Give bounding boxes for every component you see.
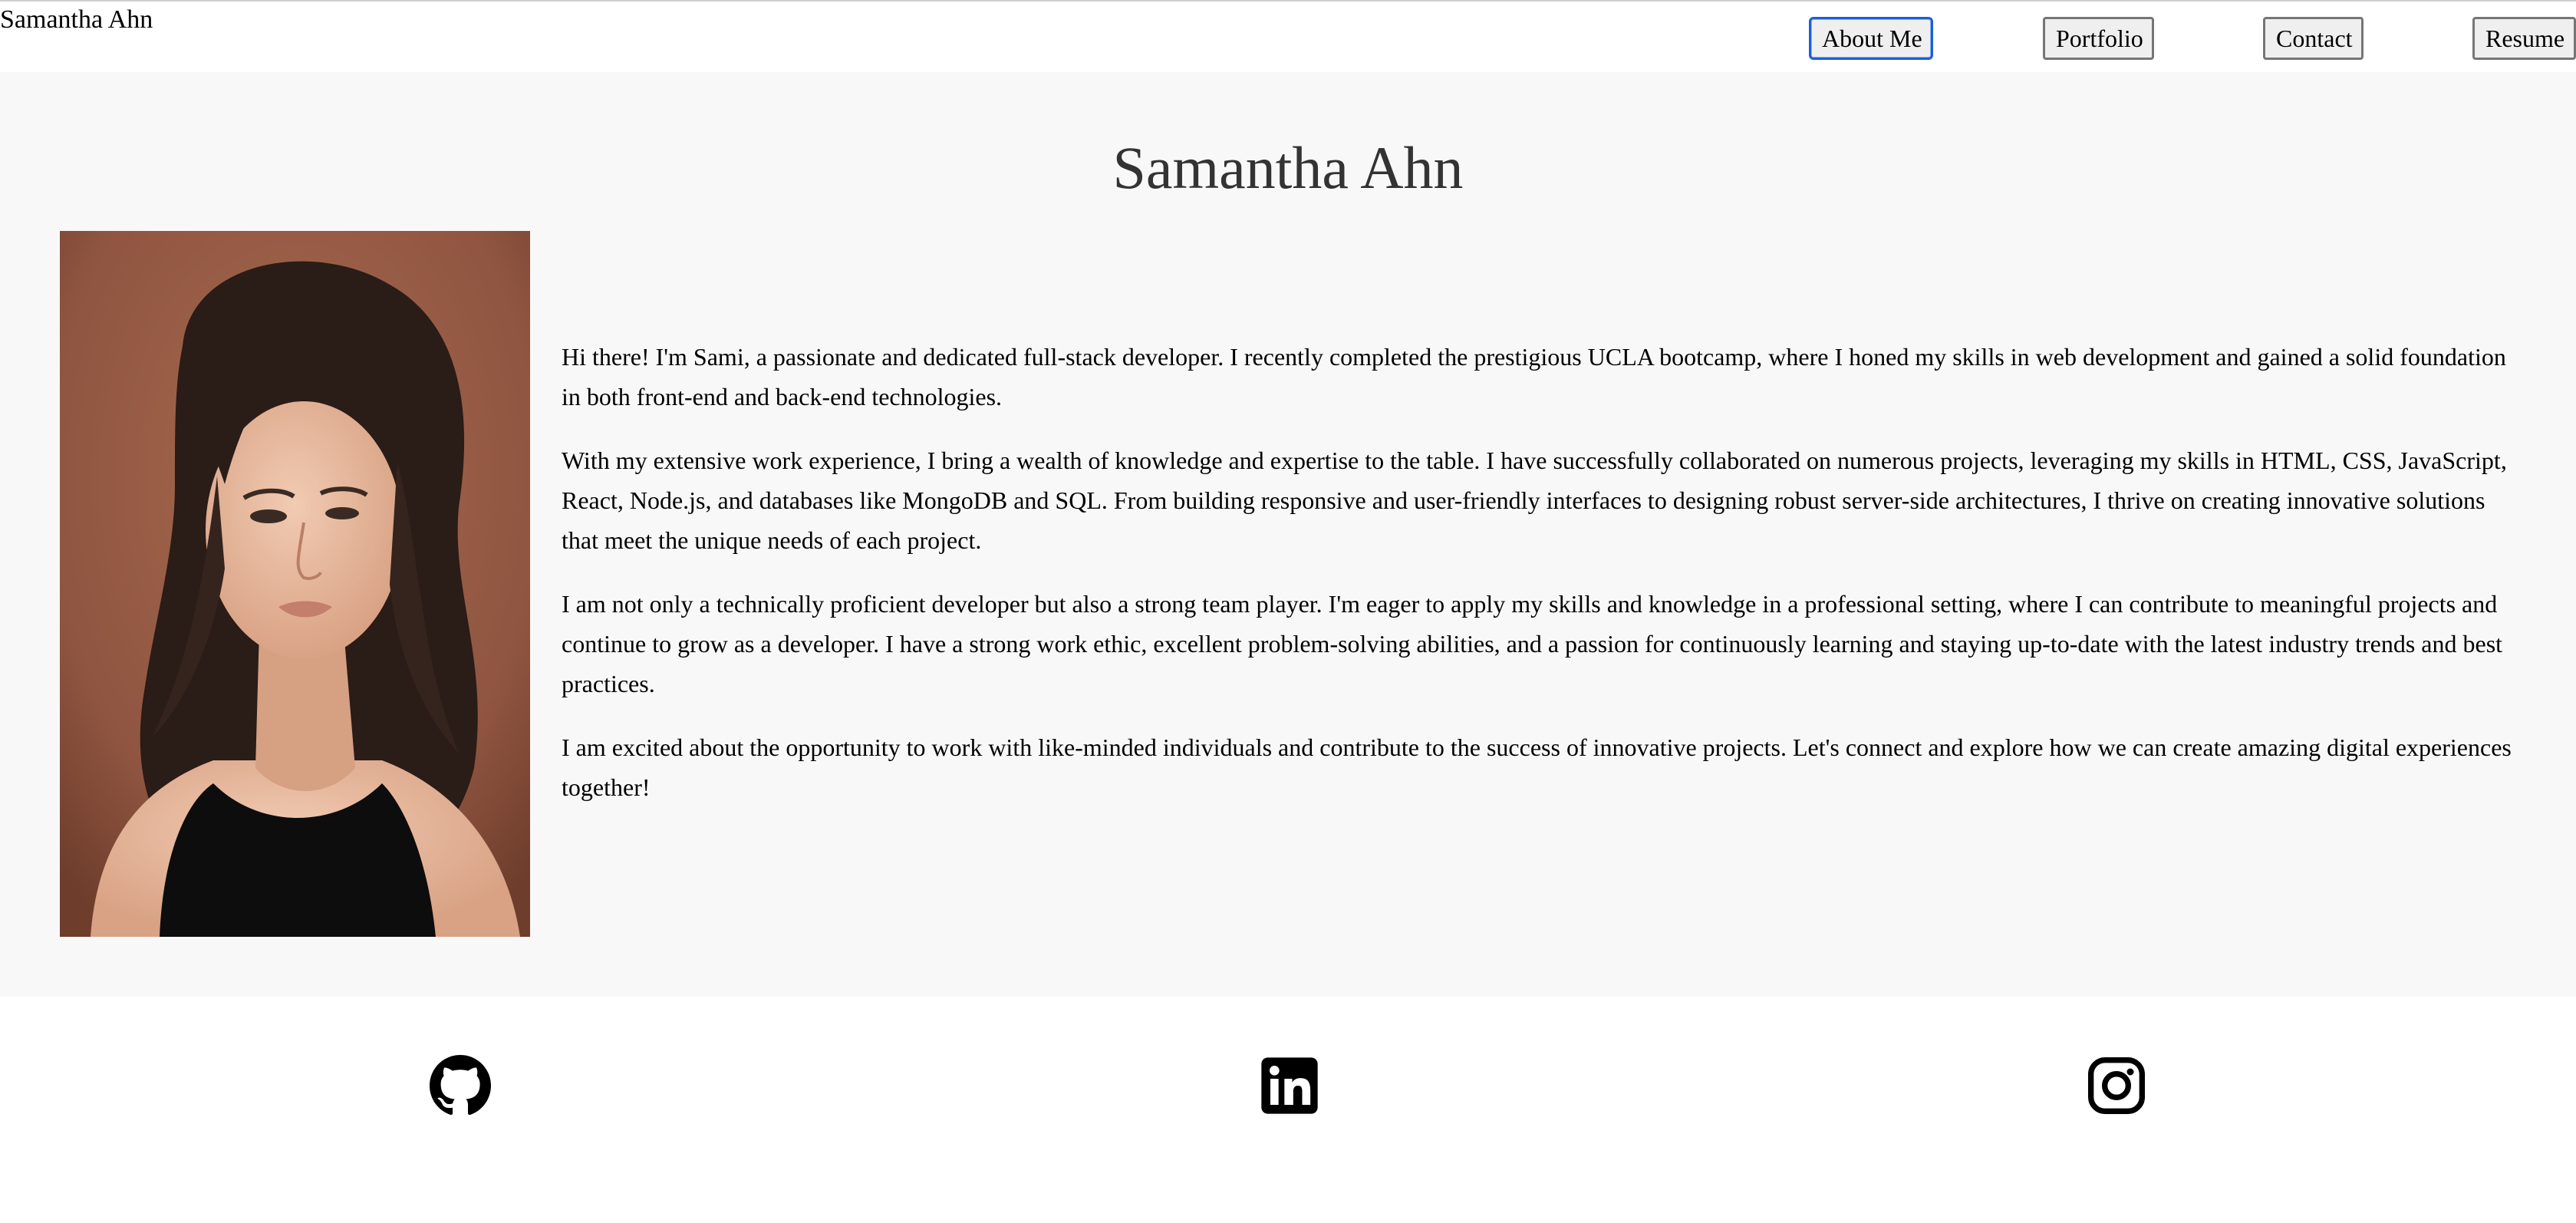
nav-resume-button[interactable]: Resume [2472, 17, 2576, 60]
about-title: Samantha Ahn [1112, 134, 1464, 201]
site-header: Samantha Ahn About Me Portfolio Contact … [0, 0, 2576, 72]
bio-text: Hi there! I'm Sami, a passionate and ded… [562, 337, 2516, 831]
linkedin-icon[interactable] [1259, 1055, 1320, 1116]
bio-paragraph-2: With my extensive work experience, I bri… [562, 447, 2507, 554]
brand-name: Samantha Ahn [0, 5, 153, 34]
nav-contact-button[interactable]: Contact [2263, 17, 2364, 60]
nav-portfolio-button[interactable]: Portfolio [2043, 17, 2154, 60]
instagram-icon[interactable] [2086, 1055, 2147, 1116]
page: Samantha Ahn About Me Portfolio Contact … [0, 0, 2576, 1223]
bio-paragraph-1: Hi there! I'm Sami, a passionate and ded… [562, 343, 2506, 410]
nav-about-button[interactable]: About Me [1809, 17, 1933, 60]
bio-paragraph-4: I am excited about the opportunity to wo… [562, 733, 2512, 801]
portrait-photo [60, 231, 530, 937]
bio-paragraph-3: I am not only a technically proficient d… [562, 590, 2503, 697]
github-icon[interactable] [430, 1055, 491, 1116]
site-footer [0, 997, 2576, 1223]
about-section: Samantha Ahn Hi there! I'm Sami, a passi… [0, 72, 2576, 997]
